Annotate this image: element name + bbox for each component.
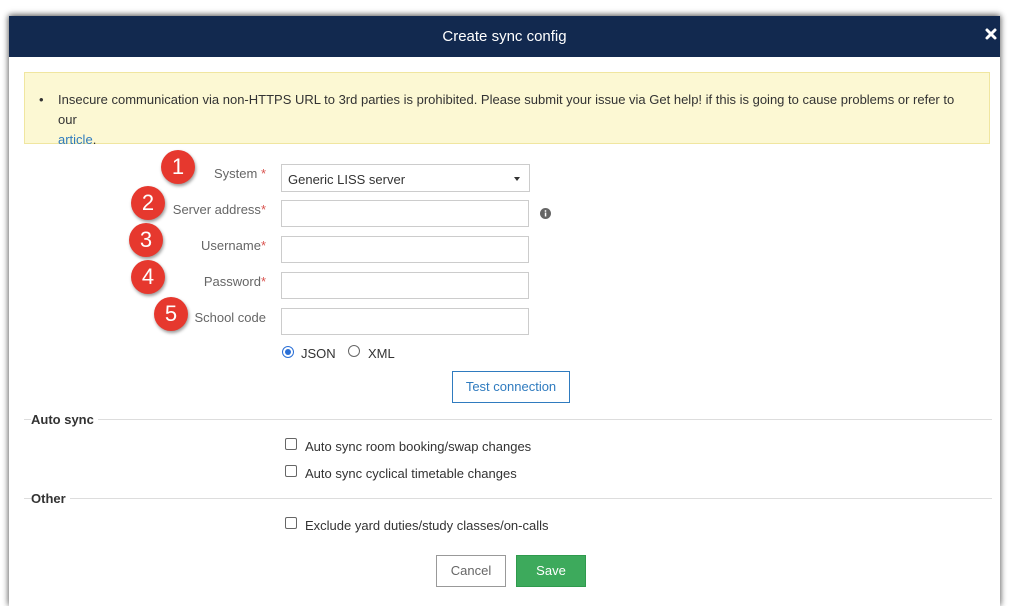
auto-sync-divider [24, 419, 992, 420]
server-address-required-mark: * [260, 202, 266, 217]
sync-config-dialog: Create sync config • Insecure communicat… [9, 16, 1000, 606]
article-link[interactable]: article [58, 132, 93, 147]
system-select[interactable]: Generic LISS server [281, 164, 530, 192]
exclude-yard-duties-checkbox[interactable] [285, 517, 297, 529]
json-radio-label: JSON [301, 346, 336, 361]
school-code-label: School code [194, 310, 266, 325]
dialog-title: Create sync config [442, 28, 567, 45]
dialog-header: Create sync config [9, 16, 1000, 57]
username-required-mark: * [260, 238, 266, 253]
annotation-badge-1: 1 [161, 150, 195, 184]
xml-radio-label: XML [368, 346, 395, 361]
auto-sync-room-booking-label: Auto sync room booking/swap changes [305, 439, 532, 454]
annotation-badge-3: 3 [129, 223, 163, 257]
system-select-value: Generic LISS server [288, 172, 406, 187]
other-heading: Other [31, 491, 70, 506]
cancel-button[interactable]: Cancel [436, 555, 506, 587]
auto-sync-timetable-label: Auto sync cyclical timetable changes [305, 466, 517, 481]
server-address-label: Server address [172, 202, 261, 217]
warning-text: Insecure communication via non-HTTPS URL… [58, 92, 955, 127]
save-button[interactable]: Save [516, 555, 586, 587]
exclude-yard-duties-label: Exclude yard duties/study classes/on-cal… [305, 518, 549, 533]
warning-item: • Insecure communication via non-HTTPS U… [39, 90, 974, 150]
insecure-url-warning: • Insecure communication via non-HTTPS U… [24, 72, 990, 147]
auto-sync-heading: Auto sync [31, 412, 98, 427]
test-connection-button[interactable]: Test connection [452, 371, 570, 403]
xml-radio[interactable] [348, 345, 360, 357]
auto-sync-timetable-checkbox[interactable] [285, 465, 297, 477]
server-address-input[interactable] [281, 200, 529, 227]
warning-suffix: . [92, 132, 97, 147]
password-required-mark: * [260, 274, 266, 289]
password-label: Password [203, 274, 261, 289]
other-divider [24, 498, 992, 499]
annotation-badge-4: 4 [131, 260, 165, 294]
username-label: Username [200, 238, 261, 253]
info-icon[interactable] [540, 208, 551, 219]
system-required-mark: * [260, 166, 266, 181]
username-input[interactable] [281, 236, 529, 263]
warning-bullet: • [39, 92, 44, 107]
school-code-input[interactable] [281, 308, 529, 335]
json-radio[interactable] [282, 346, 294, 358]
annotation-badge-2: 2 [131, 186, 165, 220]
auto-sync-room-booking-checkbox[interactable] [285, 438, 297, 450]
annotation-badge-5: 5 [154, 297, 188, 331]
password-input[interactable] [281, 272, 529, 299]
chevron-down-icon [514, 177, 520, 181]
close-icon[interactable] [983, 26, 999, 42]
system-label: System [213, 166, 258, 181]
